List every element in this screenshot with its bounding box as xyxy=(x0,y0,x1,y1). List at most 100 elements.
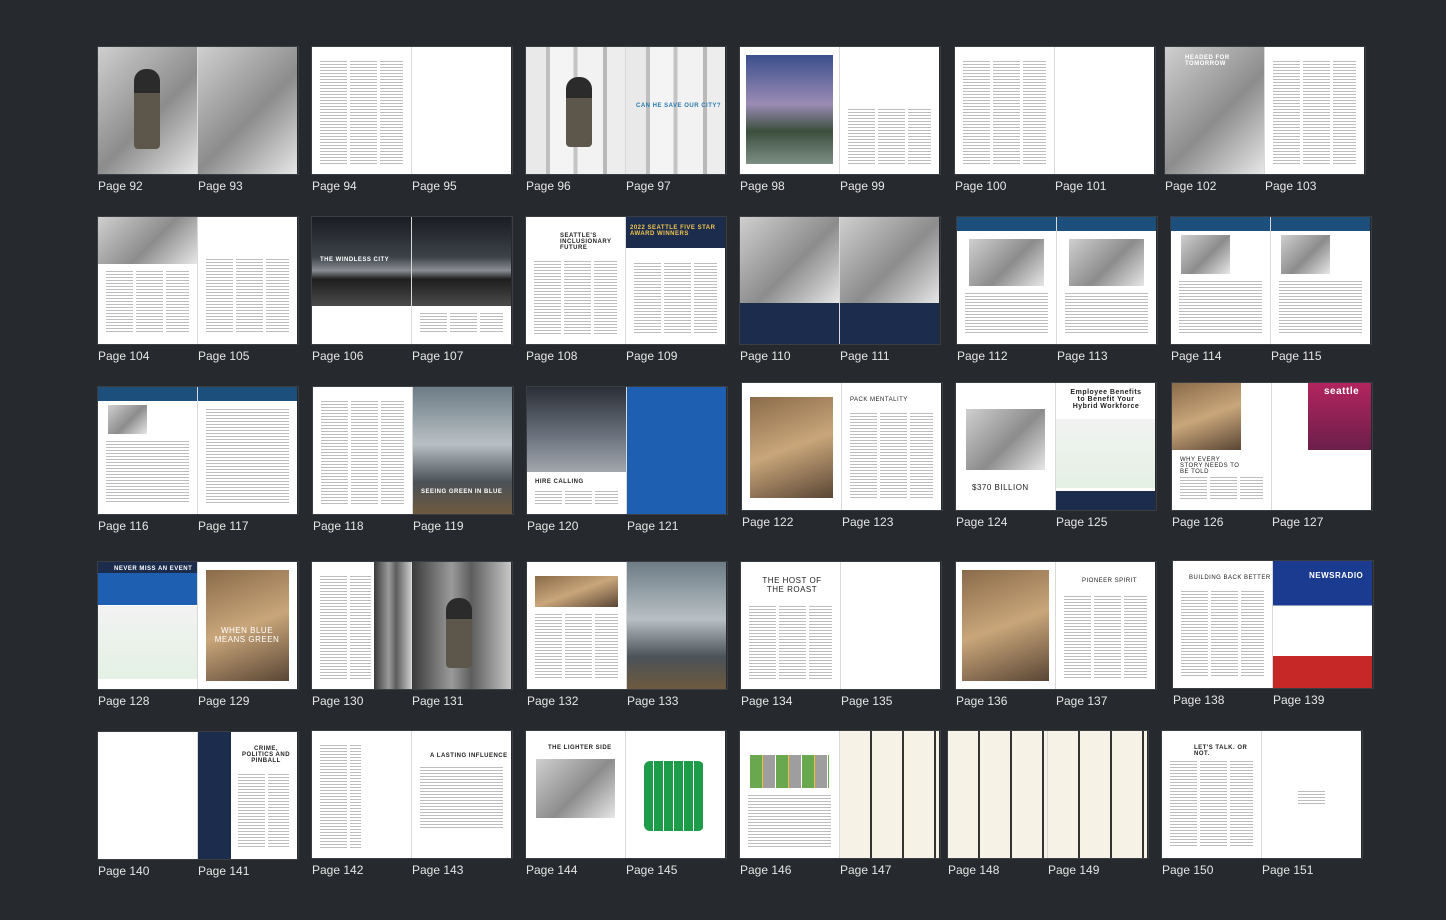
page-thumbnail[interactable]: SEATTLE'S INCLUSIONARY FUTURE xyxy=(526,217,625,344)
page-thumbnail[interactable] xyxy=(625,731,725,858)
page-thumbnail[interactable] xyxy=(1054,47,1154,174)
spread-106-107[interactable]: THE WINDLESS CITY Page 106 Page 107 xyxy=(312,217,512,363)
page-thumbnail[interactable]: PACK MENTALITY xyxy=(841,383,941,510)
page-label: Page 95 xyxy=(412,179,457,193)
spread-146-147[interactable]: Page 146 Page 147 xyxy=(740,731,940,877)
page-thumbnail[interactable] xyxy=(313,387,412,514)
spread-112-113[interactable]: Page 112 Page 113 xyxy=(957,217,1157,363)
page-thumbnail[interactable] xyxy=(740,217,839,344)
page-thumbnail[interactable] xyxy=(411,47,511,174)
page-thumbnail[interactable] xyxy=(527,562,626,689)
page-thumbnail[interactable]: Employee Benefits to Benefit Your Hybrid… xyxy=(1055,383,1155,510)
page-thumbnail[interactable]: NEVER MISS AN EVENT xyxy=(98,562,197,689)
spread-92-93[interactable]: Page 92 Page 93 xyxy=(98,47,298,193)
spread-122-123[interactable]: PACK MENTALITY Page 122 Page 123 xyxy=(742,383,942,529)
spread-102-103[interactable]: HEADED FOR TOMORROW Page 102 Page 103 xyxy=(1165,47,1365,193)
page-thumbnail[interactable] xyxy=(98,732,197,859)
page-thumbnail[interactable] xyxy=(411,562,511,689)
page-thumbnail[interactable] xyxy=(840,562,940,689)
page-thumbnail[interactable] xyxy=(1270,217,1370,344)
spread-96-97[interactable]: CAN HE SAVE OUR CITY? Page 96 Page 97 xyxy=(526,47,726,193)
page-thumbnail[interactable] xyxy=(948,731,1047,858)
page-thumbnail[interactable]: LET'S TALK. OR NOT. xyxy=(1162,731,1261,858)
page-thumbnail[interactable] xyxy=(839,217,939,344)
page-thumbnail[interactable]: HEADED FOR TOMORROW xyxy=(1165,47,1264,174)
page-thumbnail[interactable]: THE HOST OF THE ROAST xyxy=(741,562,840,689)
spread-114-115[interactable]: Page 114 Page 115 xyxy=(1171,217,1371,363)
spread-120-121[interactable]: HIRE CALLING Page 120 Page 121 xyxy=(527,387,727,533)
group-photo xyxy=(740,217,839,304)
page-thumbnail[interactable]: WHY EVERY STORY NEEDS TO BE TOLD xyxy=(1172,383,1271,510)
page-thumbnail[interactable]: THE LIGHTER SIDE xyxy=(526,731,625,858)
spread-150-151[interactable]: LET'S TALK. OR NOT. Page 150 Page 151 xyxy=(1162,731,1362,877)
comic-panels xyxy=(1048,731,1147,858)
page-thumbnail[interactable]: BUILDING BACK BETTER xyxy=(1173,561,1272,688)
page-thumbnail[interactable] xyxy=(197,387,297,514)
page-thumbnail[interactable]: HIRE CALLING xyxy=(527,387,626,514)
page-thumbnail[interactable] xyxy=(626,562,726,689)
page-thumbnail[interactable] xyxy=(98,47,197,174)
spread-148-149[interactable]: Page 148 Page 149 xyxy=(948,731,1148,877)
spread-98-99[interactable]: Page 98 Page 99 xyxy=(740,47,940,193)
page-thumbnail[interactable] xyxy=(312,47,411,174)
page-thumbnail[interactable] xyxy=(98,387,197,514)
page-thumbnail[interactable] xyxy=(526,47,625,174)
page-thumbnail[interactable] xyxy=(740,47,839,174)
spread-100-101[interactable]: Page 100 Page 101 xyxy=(955,47,1155,193)
spread-136-137[interactable]: PIONEER SPIRIT Page 136 Page 137 xyxy=(956,562,1156,708)
spread-104-105[interactable]: Page 104 Page 105 xyxy=(98,217,298,363)
page-thumbnail[interactable]: CRIME, POLITICS AND PINBALL xyxy=(197,732,297,859)
page-thumbnail[interactable]: NEWSRADIO xyxy=(1272,561,1372,688)
spread-126-127[interactable]: WHY EVERY STORY NEEDS TO BE TOLD seattle… xyxy=(1172,383,1372,529)
spread-138-139[interactable]: BUILDING BACK BETTER NEWSRADIO Page 138 P… xyxy=(1173,561,1373,707)
page-thumbnail[interactable] xyxy=(98,217,197,344)
page-thumbnail[interactable]: CAN HE SAVE OUR CITY? xyxy=(625,47,725,174)
page-thumbnail[interactable] xyxy=(1056,217,1156,344)
portrait-photo xyxy=(527,387,626,472)
spread-142-143[interactable]: A LASTING INFLUENCE Page 142 Page 143 xyxy=(312,731,512,877)
spread-134-135[interactable]: THE HOST OF THE ROAST Page 134 Page 135 xyxy=(741,562,941,708)
page-thumbnail[interactable] xyxy=(955,47,1054,174)
page-thumbnail[interactable] xyxy=(740,731,839,858)
page-label: Page 97 xyxy=(626,179,671,193)
page-thumbnail[interactable] xyxy=(956,562,1055,689)
spread-140-141[interactable]: CRIME, POLITICS AND PINBALL Page 140 Page… xyxy=(98,732,298,878)
page-thumbnail[interactable]: PIONEER SPIRIT xyxy=(1055,562,1155,689)
page-thumbnail[interactable] xyxy=(1264,47,1364,174)
spread-116-117[interactable]: Page 116 Page 117 xyxy=(98,387,298,533)
page-thumbnail[interactable]: THE WINDLESS CITY xyxy=(312,217,411,344)
page-thumbnail[interactable] xyxy=(626,387,726,514)
page-thumbnail[interactable]: SEEING GREEN IN BLUE xyxy=(412,387,512,514)
page-thumbnail[interactable] xyxy=(1171,217,1270,344)
page-thumbnail[interactable] xyxy=(312,731,411,858)
page-thumbnail[interactable]: seattle xyxy=(1271,383,1371,510)
page-thumbnail[interactable] xyxy=(742,383,841,510)
page-thumbnail[interactable] xyxy=(957,217,1056,344)
spread-108-109[interactable]: SEATTLE'S INCLUSIONARY FUTURE 2022 SEATT… xyxy=(526,217,726,363)
spread-124-125[interactable]: $370 BILLION Employee Benefits to Benefi… xyxy=(956,383,1156,529)
headline-figure: $370 BILLION xyxy=(972,483,1029,492)
page-thumbnail[interactable] xyxy=(839,731,939,858)
spread-128-129[interactable]: NEVER MISS AN EVENT WHEN BLUE MEANS GREE… xyxy=(98,562,298,708)
laptop-photo xyxy=(98,606,197,679)
spread-118-119[interactable]: SEEING GREEN IN BLUE Page 118 Page 119 xyxy=(313,387,513,533)
page-thumbnail[interactable]: A LASTING INFLUENCE xyxy=(411,731,511,858)
page-thumbnail[interactable] xyxy=(411,217,511,344)
page-thumbnail[interactable]: 2022 SEATTLE FIVE STAR AWARD WINNERS xyxy=(625,217,725,344)
spread-144-145[interactable]: THE LIGHTER SIDE Page 144 Page 145 xyxy=(526,731,726,877)
page-thumbnail[interactable]: $370 BILLION xyxy=(956,383,1055,510)
page-thumbnail[interactable] xyxy=(1047,731,1147,858)
page-thumbnail[interactable]: WHEN BLUE MEANS GREEN xyxy=(197,562,297,689)
page-thumbnail[interactable] xyxy=(312,562,411,689)
page-thumbnail[interactable] xyxy=(197,47,297,174)
page-label: Page 120 xyxy=(527,519,579,533)
page-thumbnail[interactable] xyxy=(1261,731,1361,858)
spread-132-133[interactable]: Page 132 Page 133 xyxy=(527,562,727,708)
article-headline: WHEN BLUE MEANS GREEN xyxy=(214,626,280,644)
page-thumbnail[interactable] xyxy=(839,47,939,174)
page-thumbnail[interactable] xyxy=(197,217,297,344)
spread-110-111[interactable]: Page 110 Page 111 xyxy=(740,217,940,363)
spread-130-131[interactable]: Page 130 Page 131 xyxy=(312,562,512,708)
text-columns xyxy=(321,399,404,504)
spread-94-95[interactable]: Page 94 Page 95 xyxy=(312,47,512,193)
